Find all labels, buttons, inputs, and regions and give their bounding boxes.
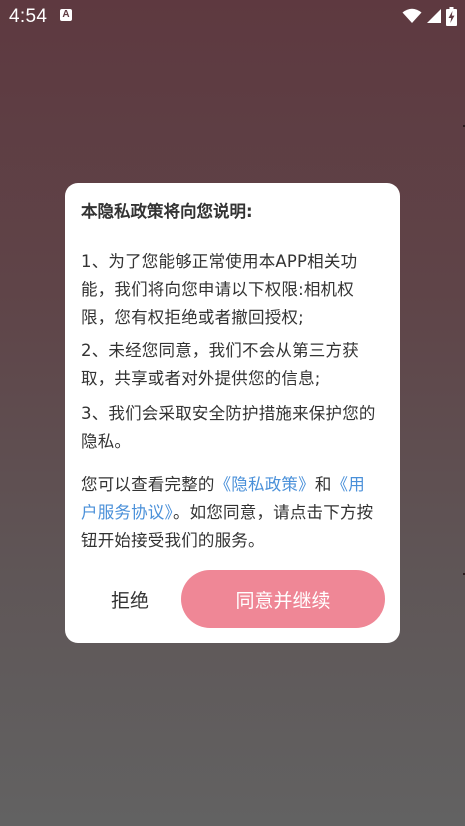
policy-text-prefix: 您可以查看完整的 [81,475,215,494]
notification-a-icon: A [60,9,72,21]
agree-continue-button[interactable]: 同意并继续 [181,570,385,628]
data-sharing-paragraph: 2、未经您同意，我们不会从第三方获取，共享或者对外提供您的信息; [81,341,359,388]
security-paragraph: 3、我们会采取安全防护措施来保护您的隐私。 [81,404,376,451]
privacy-dialog: 本隐私政策将向您说明: 1、为了您能够正常使用本APP相关功能，我们将向您申请以… [65,183,400,643]
dialog-title: 本隐私政策将向您说明: [81,202,253,221]
battery-charging-icon [446,6,457,26]
status-time: 4:54 [9,6,48,27]
refuse-button[interactable]: 拒绝 [87,571,173,627]
permission-paragraph: 1、为了您能够正常使用本APP相关功能，我们将向您申请以下权限:相机权限，您有权… [81,252,358,327]
policy-text-and: 和 [314,475,332,494]
policy-links-paragraph: 您可以查看完整的《隐私政策》和《用户服务协议》。如您同意，请点击下方按钮开始接受… [81,471,381,555]
status-bar: 4:54 A [0,0,465,34]
status-icons [402,6,457,26]
privacy-policy-link[interactable]: 《隐私政策》 [215,475,315,494]
cellular-signal-icon [427,9,441,23]
wifi-icon [402,8,422,23]
